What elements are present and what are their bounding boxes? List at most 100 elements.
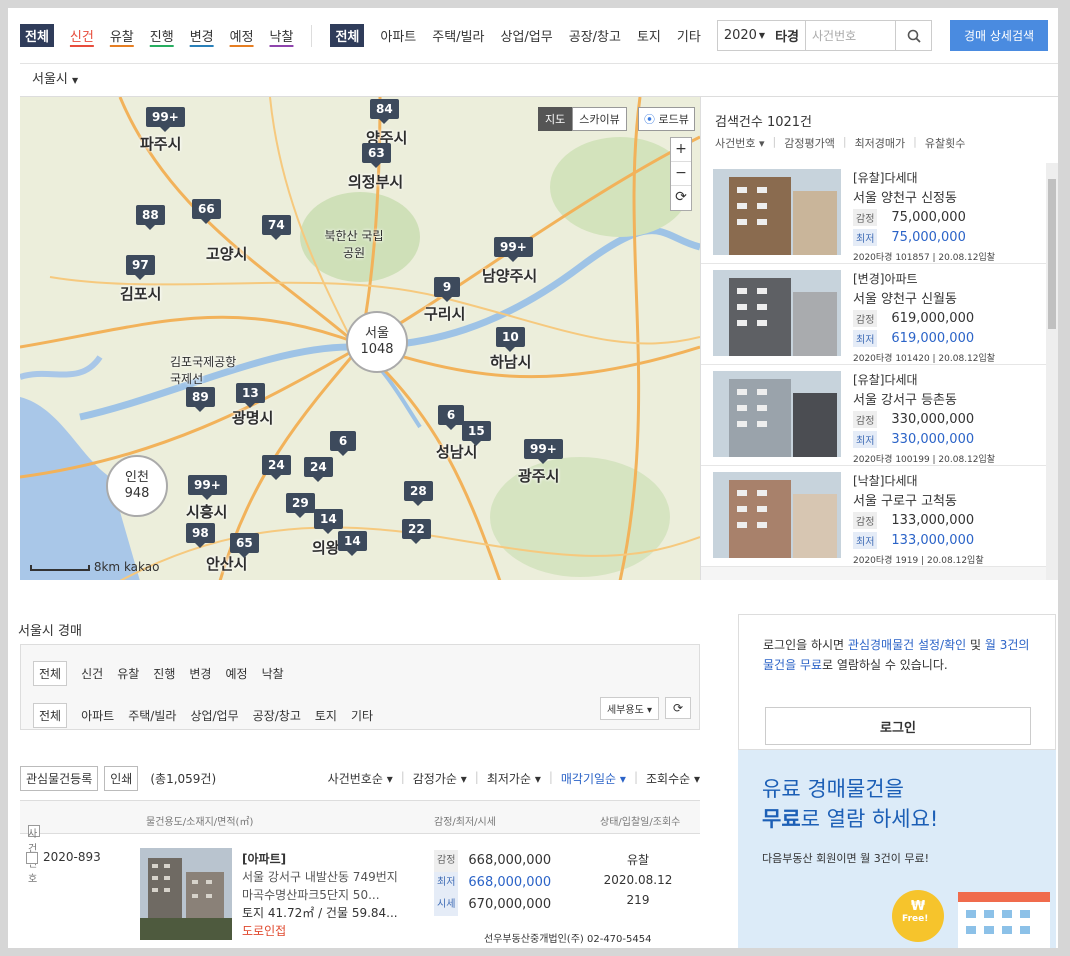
sort-appraisal[interactable]: 감정평가액 xyxy=(784,135,835,151)
section-status-3[interactable]: 진행 xyxy=(153,665,175,682)
list-item[interactable]: [유찰]다세대 서울 양천구 신정동 감정 75,000,000 최저 75,000,00… xyxy=(701,163,1058,264)
cluster-marker[interactable]: 99+ xyxy=(146,107,185,132)
status-filter-0[interactable]: 신건 xyxy=(70,26,94,45)
roadview-button[interactable]: ⦿ 로드뷰 xyxy=(638,107,695,131)
property-thumbnail[interactable] xyxy=(713,270,841,356)
type-all-chip[interactable]: 전체 xyxy=(330,24,365,47)
status-filter-4[interactable]: 예정 xyxy=(230,26,254,45)
map-view[interactable]: 파주시 양주시 의정부시 고양시 김포시 남양주시 구리시 하남시 광명시 성남… xyxy=(20,96,700,580)
refresh-button[interactable]: ⟳ xyxy=(665,697,691,719)
section-status-1[interactable]: 신건 xyxy=(81,665,103,682)
big-cluster-seoul[interactable]: 서울 1048 xyxy=(346,311,408,373)
status-filter-5[interactable]: 낙찰 xyxy=(270,26,294,45)
section-type-6[interactable]: 기타 xyxy=(351,707,373,724)
status-filter-2[interactable]: 진행 xyxy=(150,26,174,45)
section-status-5[interactable]: 예정 xyxy=(225,665,247,682)
sort-fail-count[interactable]: 유찰횟수 xyxy=(925,135,965,151)
section-type-5[interactable]: 토지 xyxy=(315,707,337,724)
type-filter-2[interactable]: 상업/업무 xyxy=(501,26,553,45)
promo-subtext: 다음부동산 회원이면 월 3건이 무료! xyxy=(762,852,930,865)
skyview-button[interactable]: 스카이뷰 xyxy=(572,107,627,131)
cluster-marker[interactable]: 84 xyxy=(370,99,399,124)
cluster-marker[interactable]: 28 xyxy=(404,481,433,506)
status-filter-1[interactable]: 유찰 xyxy=(110,26,134,45)
type-filter-0[interactable]: 아파트 xyxy=(380,26,416,45)
year-select[interactable]: 2020 ▼ 타경 xyxy=(716,20,806,51)
property-type[interactable]: [아파트] xyxy=(242,850,398,868)
cluster-marker[interactable]: 13 xyxy=(236,383,265,408)
big-cluster-incheon[interactable]: 인천 948 xyxy=(106,455,168,517)
cluster-marker[interactable]: 97 xyxy=(126,255,155,280)
section-type-2[interactable]: 주택/빌라 xyxy=(128,707,176,724)
zoom-out-button[interactable]: − xyxy=(671,162,691,186)
promo-banner[interactable]: 유료 경매물건을 무료로 열람 하세요! 다음부동산 회원이면 월 3건이 무료… xyxy=(738,750,1056,948)
sort-case-number[interactable]: 사건번호 ▾ xyxy=(715,135,765,151)
section-status-2[interactable]: 유찰 xyxy=(117,665,139,682)
section-type-4[interactable]: 공장/창고 xyxy=(253,707,301,724)
cluster-marker[interactable]: 9 xyxy=(434,277,460,302)
scrollbar-thumb[interactable] xyxy=(1048,179,1056,329)
cluster-marker[interactable]: 99+ xyxy=(494,237,533,262)
search-button[interactable] xyxy=(896,20,932,51)
section-status-0[interactable]: 전체 xyxy=(33,661,68,686)
type-filter-1[interactable]: 주택/빌라 xyxy=(432,26,484,45)
status-all-chip[interactable]: 전체 xyxy=(20,24,54,47)
property-thumbnail[interactable] xyxy=(713,472,841,558)
sort-option-2[interactable]: 최저가순 ▾ xyxy=(487,770,541,787)
sort-min-price[interactable]: 최저경매가 xyxy=(855,135,906,151)
scrollbar[interactable] xyxy=(1046,163,1058,580)
table-row[interactable]: 2020-893 [아파트] 서울 강서구 내발산동 749번지 마곡수명산파크… xyxy=(20,834,700,948)
property-thumbnail[interactable] xyxy=(713,371,841,457)
map-view-button[interactable]: 지도 xyxy=(538,107,573,131)
login-button[interactable]: 로그인 xyxy=(765,707,1031,745)
sort-option-1[interactable]: 감정가순 ▾ xyxy=(413,770,467,787)
watch-register-button[interactable]: 관심물건등록 xyxy=(20,766,99,791)
cluster-marker[interactable]: 99+ xyxy=(524,439,563,464)
sort-option-3[interactable]: 매각기일순 ▾ xyxy=(561,770,626,787)
detail-search-button[interactable]: 경매 상세검색 xyxy=(950,20,1048,51)
region-select[interactable]: 서울시 ▼ xyxy=(32,68,78,87)
list-item[interactable]: [변경]아파트 서울 양천구 신월동 감정 619,000,000 최저 619,000,… xyxy=(701,264,1058,365)
cluster-marker[interactable]: 14 xyxy=(338,531,367,556)
refresh-icon[interactable]: ⟳ xyxy=(671,186,691,210)
type-filter-3[interactable]: 공장/창고 xyxy=(569,26,621,45)
property-photo[interactable] xyxy=(140,848,232,940)
type-filter-5[interactable]: 기타 xyxy=(677,26,701,45)
type-filter-4[interactable]: 토지 xyxy=(637,26,661,45)
cluster-marker[interactable]: 10 xyxy=(496,327,525,352)
zoom-in-button[interactable]: + xyxy=(671,138,691,162)
section-type-3[interactable]: 상업/업무 xyxy=(190,707,238,724)
cluster-marker[interactable]: 74 xyxy=(262,215,291,240)
cluster-marker[interactable]: 29 xyxy=(286,493,315,518)
cluster-marker[interactable]: 88 xyxy=(136,205,165,230)
broker-info[interactable]: 선우부동산중개법인(주) 02-470-5454 xyxy=(484,930,651,945)
cluster-marker[interactable]: 6 xyxy=(438,405,464,430)
cluster-marker[interactable]: 14 xyxy=(314,509,343,534)
cluster-marker[interactable]: 99+ xyxy=(188,475,227,500)
cluster-marker[interactable]: 66 xyxy=(192,199,221,224)
cluster-marker[interactable]: 89 xyxy=(186,387,215,412)
status-filter-3[interactable]: 변경 xyxy=(190,26,214,45)
row-checkbox[interactable] xyxy=(26,851,38,864)
cluster-marker[interactable]: 22 xyxy=(402,519,431,544)
case-number-input[interactable]: 사건번호 xyxy=(806,20,896,51)
list-item[interactable]: [유찰]다세대 서울 강서구 등촌동 감정 330,000,000 최저 330,000,… xyxy=(701,365,1058,466)
section-status-4[interactable]: 변경 xyxy=(189,665,211,682)
cluster-marker[interactable]: 6 xyxy=(330,431,356,456)
login-link[interactable]: 관심경매물건 설정/확인 xyxy=(848,638,966,652)
list-item[interactable]: [낙찰]다세대 서울 구로구 고척동 감정 133,000,000 최저 133,000,… xyxy=(701,466,1058,567)
property-thumbnail[interactable] xyxy=(713,169,841,255)
section-type-1[interactable]: 아파트 xyxy=(81,707,114,724)
cluster-marker[interactable]: 63 xyxy=(362,143,391,168)
print-button[interactable]: 인쇄 xyxy=(104,766,139,791)
cluster-marker[interactable]: 65 xyxy=(230,533,259,558)
cluster-marker[interactable]: 15 xyxy=(462,421,491,446)
detail-use-select[interactable]: 세부용도 ▾ xyxy=(599,697,659,720)
section-status-6[interactable]: 낙찰 xyxy=(262,665,284,682)
section-type-0[interactable]: 전체 xyxy=(33,703,68,728)
cluster-marker[interactable]: 24 xyxy=(262,455,291,480)
sort-option-0[interactable]: 사건번호순 ▾ xyxy=(328,770,393,787)
cluster-marker[interactable]: 98 xyxy=(186,523,215,548)
sort-option-4[interactable]: 조회수순 ▾ xyxy=(646,770,700,787)
cluster-marker[interactable]: 24 xyxy=(304,457,333,482)
